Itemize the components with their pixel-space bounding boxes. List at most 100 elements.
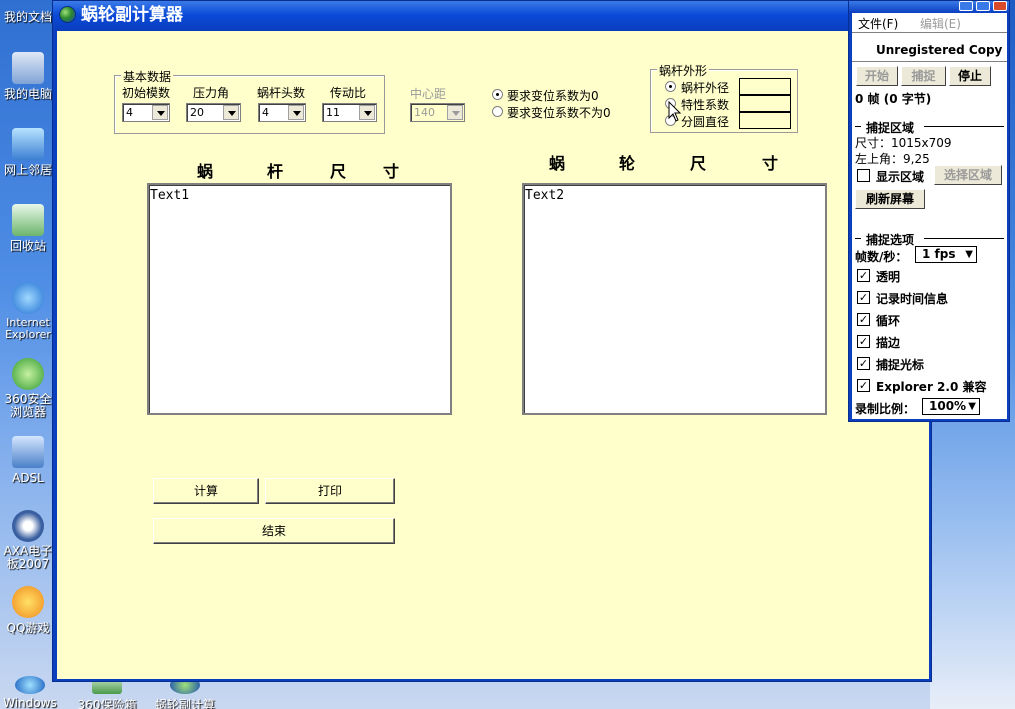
desktop-icon-axa[interactable]: AXA电子板2007 — [0, 510, 56, 571]
minimize-icon[interactable] — [959, 1, 973, 11]
transparent-checkbox[interactable]: ✓ — [857, 269, 870, 282]
desktop-icon-label: QQ游戏 — [6, 621, 50, 635]
close-icon[interactable] — [993, 1, 1007, 11]
recorder-title-bar[interactable] — [849, 1, 1009, 13]
shift-nonzero-label: 要求变位系数不为0 — [507, 106, 611, 120]
unregistered-label: Unregistered Copy — [876, 43, 1003, 57]
chevron-down-icon[interactable] — [152, 105, 168, 120]
shift-nonzero-radio[interactable] — [492, 106, 503, 117]
wheel-dimensions-textbox[interactable]: Text2 — [522, 183, 827, 415]
desktop-icon-360-browser[interactable]: 360安全浏览器 — [0, 358, 56, 419]
calculate-button[interactable]: 计算 — [153, 478, 259, 504]
start-button[interactable]: 开始 — [856, 66, 898, 86]
center-distance-value: 140 — [414, 106, 435, 119]
desktop-icon-label: 蜗轮副计算 — [154, 698, 215, 709]
media-player-icon — [15, 676, 45, 694]
desktop-icon-internet-explorer[interactable]: Internet Explorer — [0, 282, 56, 341]
pressure-angle-select[interactable]: 20 — [186, 103, 241, 122]
worm-dimensions-textbox[interactable]: Text1 — [147, 183, 452, 415]
frame-count: 0 帧 (0 字节) — [855, 92, 932, 106]
wheel-dimensions-text: Text2 — [525, 188, 565, 203]
refresh-screen-button[interactable]: 刷新屏幕 — [855, 189, 925, 209]
shift-zero-label: 要求变位系数为0 — [507, 89, 599, 103]
loop-checkbox[interactable]: ✓ — [857, 313, 870, 326]
ratio-value: 11 — [326, 106, 340, 119]
heading-char: 寸 — [383, 162, 400, 181]
desktop-icon-label: 我的电脑 — [3, 87, 52, 101]
worm-outer-diameter-radio[interactable] — [665, 81, 676, 92]
heading-char: 尺 — [690, 154, 707, 173]
fps-value: 1 fps — [922, 247, 956, 261]
capture-cursor-checkbox[interactable]: ✓ — [857, 357, 870, 370]
window-title: 蜗轮副计算器 — [81, 5, 183, 25]
desktop-icon-recycle-bin[interactable]: 回收站 — [0, 204, 56, 253]
record-time-checkbox[interactable]: ✓ — [857, 291, 870, 304]
worm-outer-diameter-label: 蜗杆外径 — [681, 81, 730, 95]
worm-starts-select[interactable]: 4 — [258, 103, 306, 122]
menu-edit[interactable]: 编辑(E) — [920, 15, 961, 32]
scale-select[interactable]: 100% ▼ — [922, 398, 980, 415]
mouse-cursor-icon — [668, 101, 682, 122]
divider — [855, 238, 861, 239]
heading-char: 蜗 — [197, 162, 214, 181]
initial-module-select[interactable]: 4 — [122, 103, 170, 122]
browser-360-icon — [12, 358, 44, 390]
desktop-icon-label: 我的文档 — [3, 10, 52, 24]
qq-game-icon — [12, 586, 44, 618]
desktop-icon-label: 360安全浏览器 — [4, 393, 52, 419]
chevron-down-icon: ▼ — [968, 401, 976, 412]
shift-zero-radio[interactable] — [492, 89, 503, 100]
capture-size: 尺寸：1015x709 — [855, 136, 952, 150]
center-distance-label: 中心距 — [410, 87, 447, 101]
pitch-diameter-label: 分圆直径 — [681, 115, 730, 129]
network-icon — [12, 128, 44, 160]
print-button[interactable]: 打印 — [265, 478, 395, 504]
desktop-icon-label: 网上邻居 — [3, 163, 52, 177]
explorer-compat-checkbox[interactable]: ✓ — [857, 379, 870, 392]
capture-options-title: 捕捉选项 — [866, 233, 915, 247]
recorder-body: 文件(F) 编辑(E) Unregistered Copy 开始 捕捉 停止 0… — [852, 13, 1007, 419]
desktop-icon-my-documents[interactable]: 我的文档 — [0, 0, 56, 24]
initial-module-label: 初始模数 — [122, 86, 171, 100]
chevron-down-icon: ▼ — [965, 249, 973, 260]
basic-data-legend: 基本数据 — [121, 68, 174, 85]
chevron-down-icon[interactable] — [359, 105, 375, 120]
select-area-button[interactable]: 选择区域 — [934, 165, 1002, 185]
show-area-checkbox[interactable] — [857, 169, 870, 182]
maximize-icon[interactable] — [976, 1, 990, 11]
outline-checkbox[interactable]: ✓ — [857, 335, 870, 348]
menu-file[interactable]: 文件(F) — [858, 15, 898, 32]
capture-top-left: 左上角：9,25 — [855, 152, 930, 166]
desktop-icon-label: Internet Explorer — [5, 317, 51, 341]
stop-button[interactable]: 停止 — [949, 66, 991, 86]
heading-char: 蜗 — [549, 154, 566, 173]
end-button[interactable]: 结束 — [153, 518, 395, 544]
desktop-icon-label: ADSL — [12, 471, 44, 485]
title-bar[interactable]: 蜗轮副计算器 — [53, 1, 931, 29]
chevron-down-icon[interactable] — [288, 105, 304, 120]
worm-outer-diameter-field[interactable] — [739, 78, 791, 95]
worm-gear-calculator-window: 蜗轮副计算器 基本数据 初始模数 压力角 蜗杆头数 传动比 4 20 4 11 — [52, 0, 932, 682]
internet-explorer-icon — [12, 282, 44, 314]
pitch-diameter-field[interactable] — [739, 112, 791, 129]
heading-char: 杆 — [267, 162, 284, 181]
capture-button[interactable]: 捕捉 — [901, 66, 946, 86]
explorer-compat-label: Explorer 2.0 兼容 — [876, 380, 987, 394]
characteristic-coefficient-field[interactable] — [739, 95, 791, 112]
computer-icon — [12, 52, 44, 84]
chevron-down-icon[interactable] — [223, 105, 239, 120]
basic-data-group: 基本数据 初始模数 压力角 蜗杆头数 传动比 4 20 4 11 — [114, 68, 385, 134]
ratio-select[interactable]: 11 — [322, 103, 377, 122]
axa-icon — [12, 510, 44, 542]
desktop-icon-adsl[interactable]: ADSL — [0, 436, 56, 485]
desktop-icon-network[interactable]: 网上邻居 — [0, 128, 56, 177]
desktop-icon-my-computer[interactable]: 我的电脑 — [0, 52, 56, 101]
center-distance-select: 140 — [410, 103, 465, 122]
outline-label: 描边 — [876, 336, 901, 350]
fps-select[interactable]: 1 fps ▼ — [915, 246, 977, 263]
characteristic-coefficient-label: 特性系数 — [681, 98, 730, 112]
desktop-icon-qq-game[interactable]: QQ游戏 — [0, 586, 56, 635]
worm-dimensions-text: Text1 — [150, 188, 190, 203]
recycle-bin-icon — [12, 204, 44, 236]
chevron-down-icon — [447, 105, 463, 120]
